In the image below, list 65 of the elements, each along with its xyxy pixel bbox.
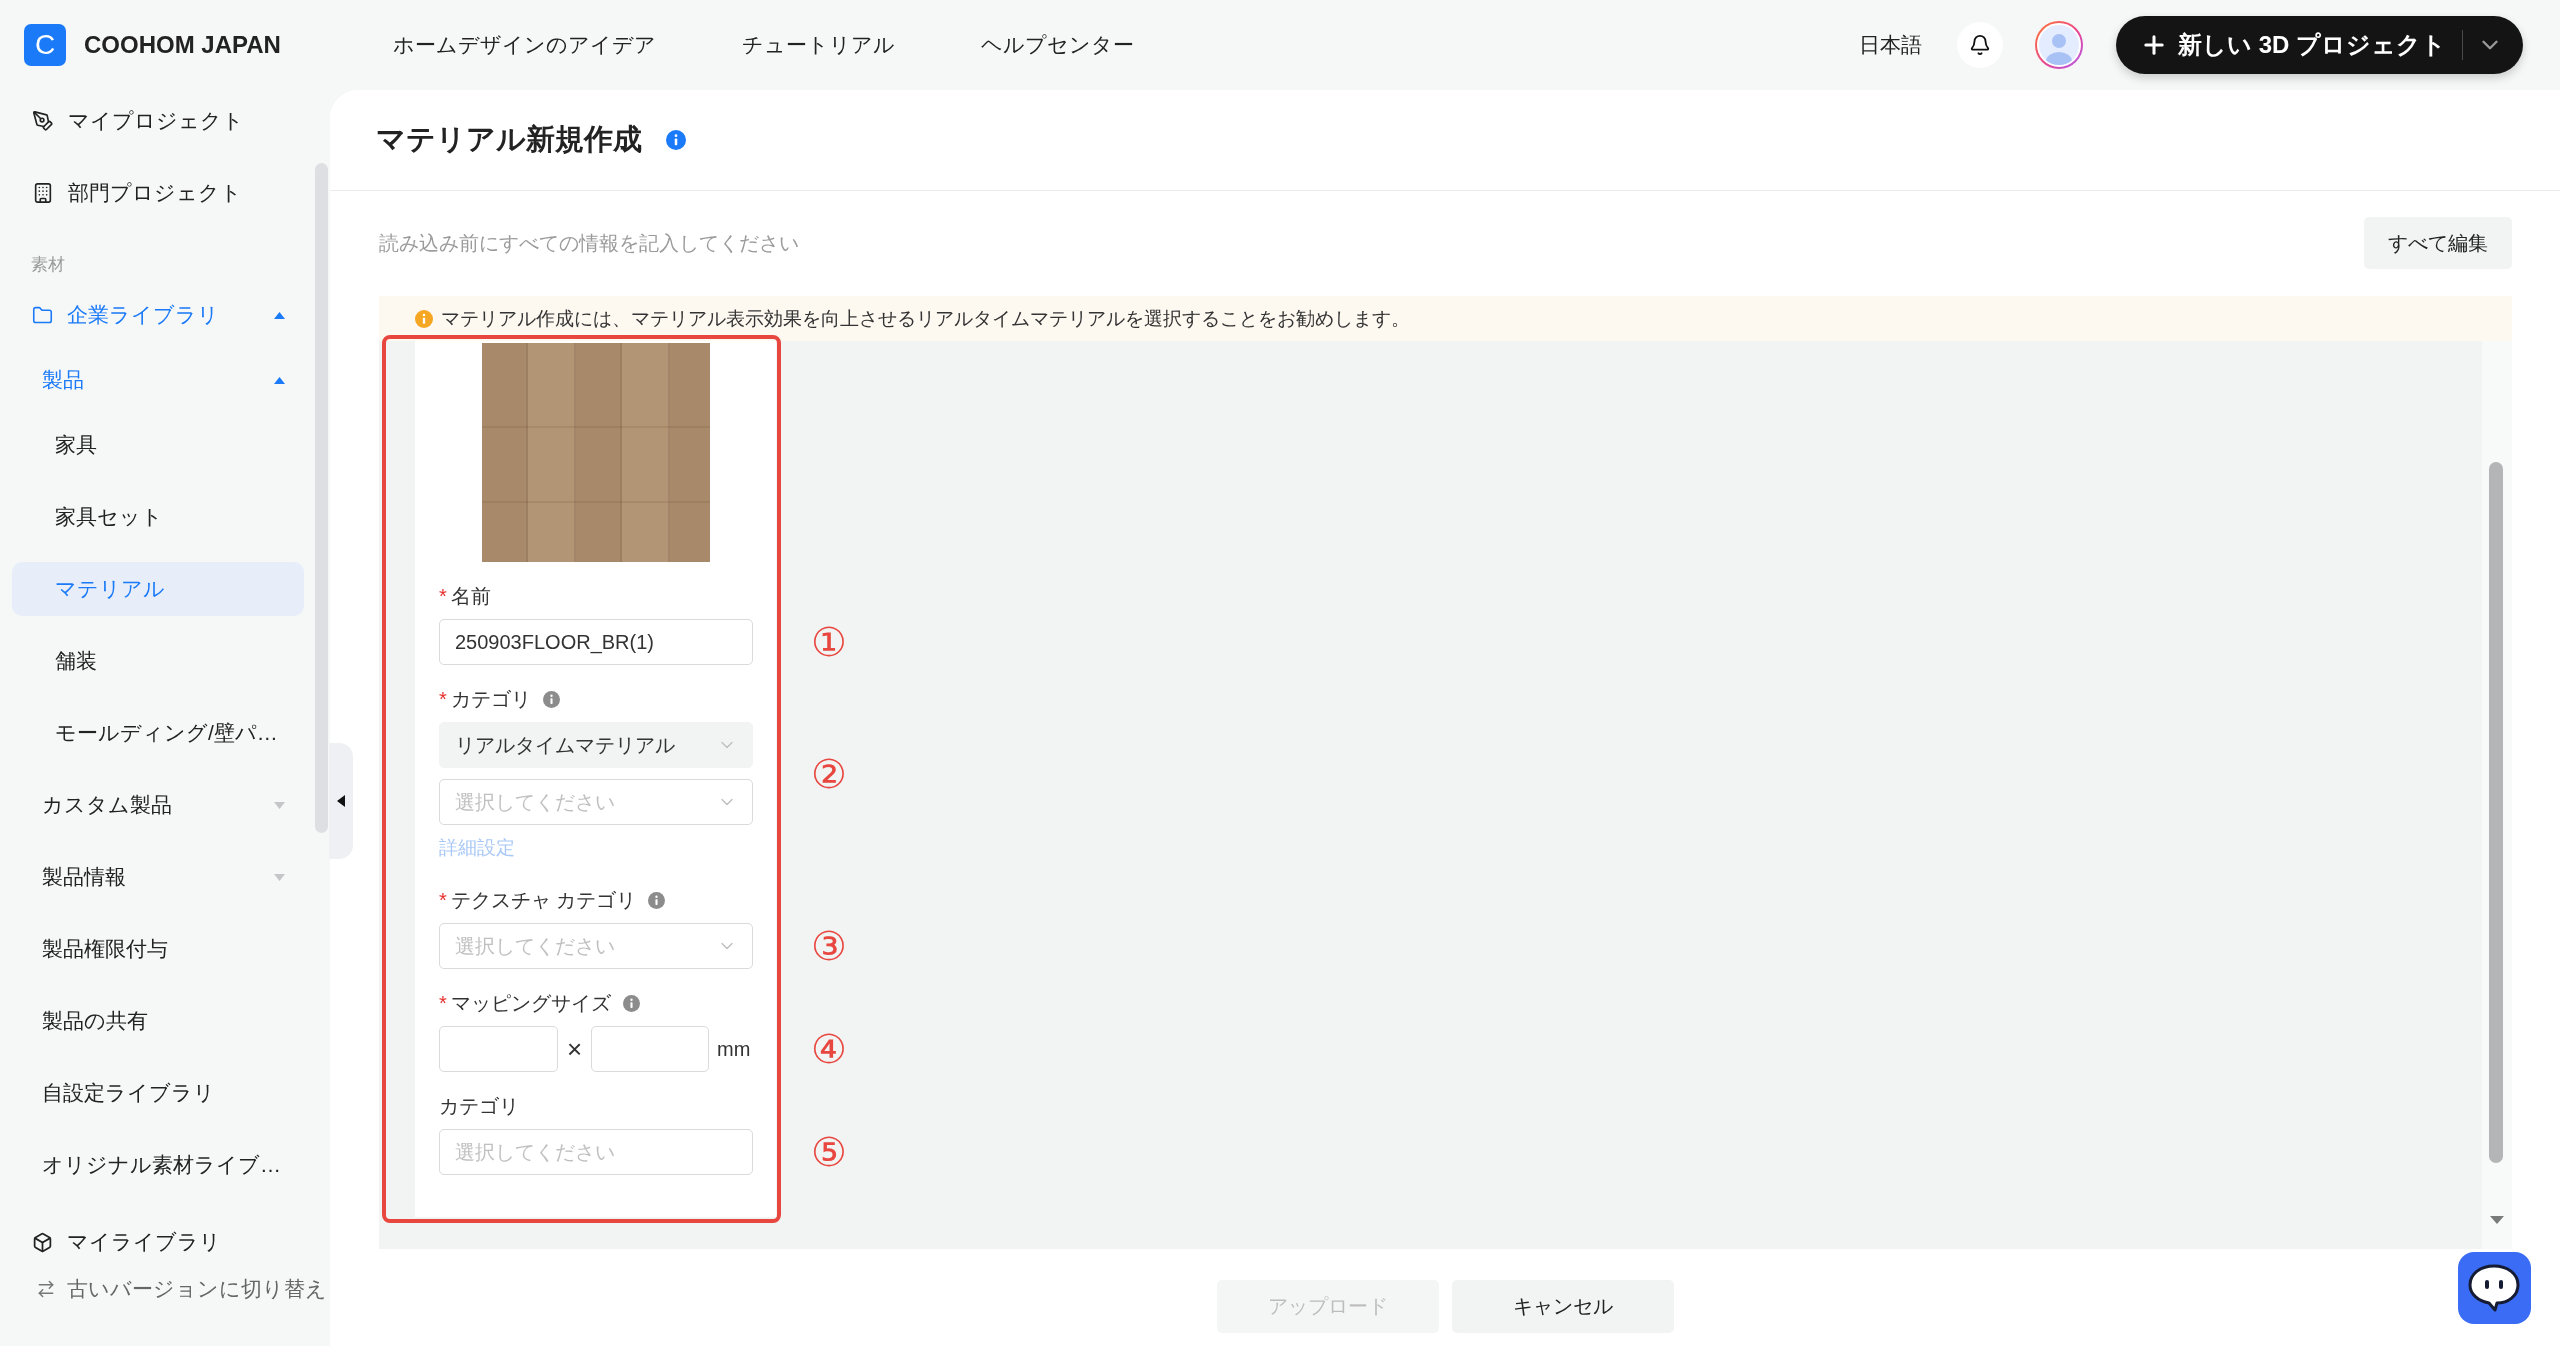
scroll-down-arrow-icon[interactable] (2490, 1216, 2504, 1224)
sidebar-item[interactable]: 舗装 (12, 634, 304, 688)
cancel-button[interactable]: キャンセル (1452, 1280, 1674, 1333)
nav-link[interactable]: ヘルプセンター (980, 31, 1134, 59)
pen-icon (32, 110, 54, 132)
switch-version-link[interactable]: 古いバージョンに切り替え (36, 1273, 327, 1305)
input-field[interactable]: 250903FLOOR_BR(1) (439, 619, 753, 665)
sidebar-item[interactable]: マイプロジェクト (12, 94, 304, 148)
annotation-number: ③ (811, 926, 847, 966)
sidebar-item[interactable]: 家具 (12, 418, 304, 472)
section-title: 素材 (31, 254, 65, 276)
required-asterisk: * (439, 888, 447, 912)
sidebar-item[interactable]: 自設定ライブラリ (12, 1066, 304, 1120)
nav-link[interactable]: ホームデザインのアイデア (392, 31, 656, 59)
scrollbar-track[interactable] (2482, 341, 2512, 1249)
sidebar-item[interactable]: モールディング/壁パ… (12, 706, 304, 760)
sidebar-item[interactable]: 製品の共有 (12, 994, 304, 1048)
caret-left-icon (337, 795, 345, 807)
size-input[interactable] (439, 1026, 558, 1072)
scrollbar-thumb[interactable] (315, 163, 328, 833)
nav-link[interactable]: チュートリアル (741, 31, 895, 59)
notice-text: マテリアル作成には、マテリアル表示効果を向上させるリアルタイムマテリアルを選択することをお勧めします。 (441, 306, 1410, 331)
field-label: 名前 (450, 583, 491, 609)
cube-icon (32, 1231, 53, 1253)
sidebar-item[interactable]: マイライブラリ (12, 1215, 304, 1269)
required-asterisk: * (439, 991, 447, 1015)
sidebar-item[interactable]: オリジナル素材ライブ… (12, 1138, 304, 1192)
edit-all-button[interactable]: すべて編集 (2364, 217, 2512, 269)
sidebar-item[interactable]: 家具セット (12, 490, 304, 544)
field-label: マッピングサイズ (450, 990, 611, 1016)
unit-label: mm (717, 1037, 751, 1061)
field-label: カテゴリ (439, 1093, 519, 1119)
page-title: マテリアル新規作成 (376, 122, 642, 157)
instruction-text: 読み込み前にすべての情報を記入してください (379, 230, 799, 256)
sidebar-item[interactable]: カスタム製品 (12, 778, 304, 832)
bell-icon[interactable] (1957, 22, 2003, 68)
multiply-sign: × (565, 1033, 584, 1065)
building-icon (32, 182, 54, 204)
sidebar-item[interactable]: 製品情報 (12, 850, 304, 904)
annotation-number: ② (811, 753, 847, 794)
chat-bubble-icon[interactable] (2458, 1252, 2531, 1324)
sidebar-item[interactable]: 製品権限付与 (12, 922, 304, 976)
size-input[interactable] (591, 1026, 709, 1072)
field-label: カテゴリ (450, 686, 531, 712)
info-icon (666, 130, 686, 150)
annotation-number: ① (811, 622, 847, 662)
required-asterisk: * (439, 584, 447, 608)
sidebar-item[interactable]: 製品 (12, 353, 304, 407)
swap-arrows-icon (36, 1279, 56, 1299)
field-label: テクスチャ カテゴリ (450, 887, 637, 913)
language-selector[interactable]: 日本語 (1859, 31, 1922, 59)
brand-name: COOHOM JAPAN (84, 31, 281, 59)
input-field[interactable]: 選択してください (439, 1129, 753, 1175)
collapse-handle[interactable] (329, 743, 353, 859)
annotation-number: ⑤ (811, 1132, 847, 1172)
required-asterisk: * (439, 687, 447, 711)
annotation-number: ④ (811, 1029, 847, 1069)
sidebar-item[interactable]: 企業ライブラリ (12, 288, 304, 342)
scrollbar-thumb[interactable] (2489, 462, 2503, 1163)
logo[interactable]: C (24, 24, 66, 66)
sidebar-item[interactable]: 部門プロジェクト (12, 166, 304, 220)
info-icon (415, 309, 433, 328)
new-project-button[interactable]: 新しい 3D プロジェクト (2116, 16, 2523, 74)
avatar-icon[interactable] (2035, 21, 2083, 69)
folder-icon (32, 304, 53, 326)
